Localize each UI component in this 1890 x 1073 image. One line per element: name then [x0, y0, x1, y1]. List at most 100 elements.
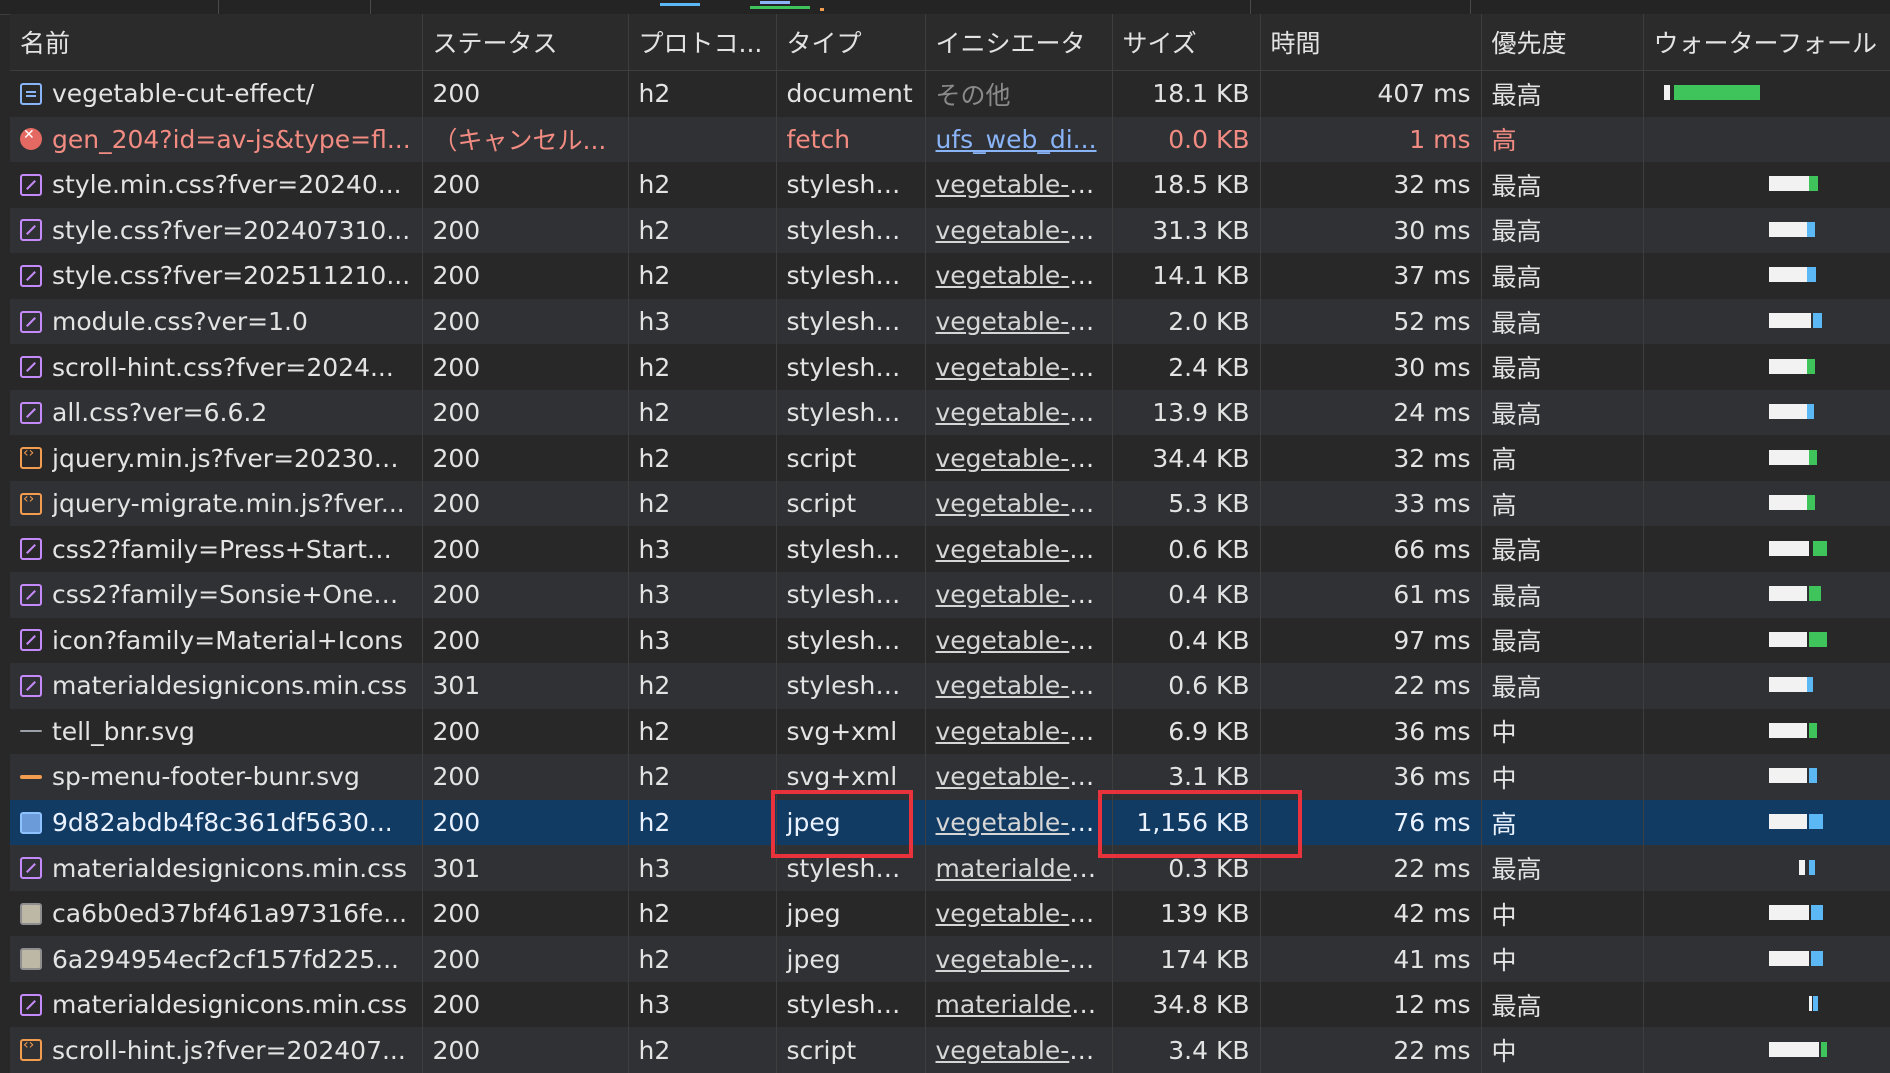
cell-waterfall[interactable]: [1643, 344, 1890, 390]
table-row[interactable]: ca6b0ed37bf461a97316fe... 200 h2 jpeg vegeta…: [10, 890, 1890, 937]
cell-initiator[interactable]: vegetable-cut-: [925, 435, 1113, 481]
cell-initiator-text[interactable]: vegetable-cut-: [936, 762, 1112, 791]
cell-name[interactable]: icon?family=Material+Icons: [10, 617, 423, 664]
request-name[interactable]: style.css?fver=202407310...: [52, 216, 410, 245]
cell-name[interactable]: css2?family=Sonsie+One&...: [10, 572, 423, 618]
request-name[interactable]: vegetable-cut-effect/: [52, 79, 314, 108]
request-name[interactable]: style.css?fver=202511210...: [52, 261, 410, 290]
cell-initiator[interactable]: materialdesign: [925, 981, 1113, 1028]
table-row[interactable]: style.css?fver=202511210... 200 h2 styleshe…: [10, 253, 1890, 299]
cell-initiator-text[interactable]: vegetable-cut-: [936, 626, 1112, 655]
cell-waterfall[interactable]: [1643, 70, 1890, 117]
cell-initiator-text[interactable]: vegetable-cut-: [936, 307, 1112, 336]
table-row[interactable]: css2?family=Sonsie+One&... 200 h3 styleshee…: [10, 572, 1890, 618]
table-row[interactable]: 6a294954ecf2cf157fd225... 200 h2 jpeg vegeta…: [10, 936, 1890, 982]
cell-waterfall[interactable]: [1643, 890, 1890, 937]
cell-initiator[interactable]: vegetable-cut-: [925, 754, 1113, 800]
cell-initiator-text[interactable]: vegetable-cut-: [936, 489, 1112, 518]
cell-waterfall[interactable]: [1643, 389, 1890, 436]
cell-initiator-text[interactable]: vegetable-cut-: [936, 717, 1112, 746]
cell-waterfall[interactable]: [1643, 526, 1890, 573]
table-row[interactable]: sp-menu-footer-bunr.svg 200 h2 svg+xml veget…: [10, 754, 1890, 800]
table-row[interactable]: jquery.min.js?fver=202308... 200 h2 script v…: [10, 435, 1890, 481]
cell-initiator-text[interactable]: vegetable-cut-: [936, 444, 1112, 473]
request-name[interactable]: style.min.css?fver=20240...: [52, 170, 402, 199]
cell-name[interactable]: module.css?ver=1.0: [10, 298, 423, 345]
cell-name[interactable]: materialdesignicons.min.css: [10, 663, 423, 709]
cell-waterfall[interactable]: [1643, 116, 1890, 163]
cell-initiator[interactable]: vegetable-cut-: [925, 389, 1113, 436]
cell-initiator[interactable]: vegetable-cut-: [925, 1027, 1113, 1073]
table-row[interactable]: materialdesignicons.min.css 301 h3 styleshe…: [10, 845, 1890, 891]
cell-initiator-text[interactable]: vegetable-cut-: [936, 899, 1112, 928]
cell-waterfall[interactable]: [1643, 981, 1890, 1028]
request-name[interactable]: scroll-hint.css?fver=2024...: [52, 353, 394, 382]
column-header-waterfall[interactable]: ウォーターフォール: [1643, 14, 1890, 71]
cell-name[interactable]: all.css?ver=6.6.2: [10, 389, 423, 436]
table-row[interactable]: materialdesignicons.min.css 200 h3 styleshe…: [10, 981, 1890, 1028]
cell-initiator-text[interactable]: vegetable-cut-: [936, 945, 1112, 974]
cell-waterfall[interactable]: [1643, 207, 1890, 254]
cell-waterfall[interactable]: [1643, 572, 1890, 618]
cell-initiator-text[interactable]: vegetable-cut-: [936, 216, 1112, 245]
cell-waterfall[interactable]: [1643, 617, 1890, 664]
cell-name[interactable]: css2?family=Press+Start+...: [10, 526, 423, 573]
table-row[interactable]: module.css?ver=1.0 200 h3 stylesheet vegetab…: [10, 298, 1890, 345]
request-name[interactable]: jquery-migrate.min.js?fver...: [52, 489, 405, 518]
request-name[interactable]: module.css?ver=1.0: [52, 307, 308, 336]
cell-waterfall[interactable]: [1643, 845, 1890, 891]
cell-initiator-text[interactable]: vegetable-cut-: [936, 535, 1112, 564]
cell-initiator[interactable]: materialdesign: [925, 845, 1113, 891]
table-row[interactable]: jquery-migrate.min.js?fver... 200 h2 script…: [10, 480, 1890, 527]
cell-initiator[interactable]: vegetable-cut-: [925, 526, 1113, 573]
cell-name[interactable]: style.min.css?fver=20240...: [10, 162, 423, 208]
request-name[interactable]: scroll-hint.js?fver=202407...: [52, 1036, 406, 1065]
cell-name[interactable]: scroll-hint.css?fver=2024...: [10, 344, 423, 390]
cell-initiator[interactable]: vegetable-cut-: [925, 344, 1113, 390]
cell-name[interactable]: ca6b0ed37bf461a97316fe...: [10, 890, 423, 937]
cell-initiator[interactable]: vegetable-cut-: [925, 890, 1113, 937]
cell-initiator[interactable]: vegetable-cut-: [925, 572, 1113, 618]
table-row[interactable]: materialdesignicons.min.css 301 h2 styleshe…: [10, 663, 1890, 709]
cell-name[interactable]: style.css?fver=202407310...: [10, 207, 423, 254]
cell-waterfall[interactable]: [1643, 936, 1890, 982]
cell-waterfall[interactable]: [1643, 663, 1890, 709]
cell-waterfall[interactable]: [1643, 253, 1890, 299]
cell-name[interactable]: materialdesignicons.min.css: [10, 981, 423, 1028]
column-header-name[interactable]: 名前: [10, 14, 423, 71]
request-name[interactable]: jquery.min.js?fver=202308...: [52, 444, 412, 473]
cell-initiator-text[interactable]: materialdesign: [936, 990, 1112, 1019]
table-row[interactable]: style.css?fver=202407310... 200 h2 styleshe…: [10, 207, 1890, 254]
request-name[interactable]: 6a294954ecf2cf157fd225...: [52, 945, 399, 974]
cell-initiator-text[interactable]: vegetable-cut-: [936, 1036, 1112, 1065]
cell-name[interactable]: tell_bnr.svg: [10, 708, 423, 755]
cell-initiator[interactable]: vegetable-cut-: [925, 162, 1113, 208]
request-name[interactable]: sp-menu-footer-bunr.svg: [52, 762, 360, 791]
request-name[interactable]: css2?family=Sonsie+One&...: [52, 580, 412, 609]
request-name[interactable]: materialdesignicons.min.css: [52, 671, 407, 700]
cell-initiator[interactable]: vegetable-cut-: [925, 663, 1113, 709]
cell-name[interactable]: jquery-migrate.min.js?fver...: [10, 480, 423, 527]
table-row[interactable]: tell_bnr.svg 200 h2 svg+xml vegetable-cut- 6.…: [10, 708, 1890, 755]
cell-waterfall[interactable]: [1643, 480, 1890, 527]
cell-name[interactable]: materialdesignicons.min.css: [10, 845, 423, 891]
cell-initiator-text[interactable]: vegetable-cut-: [936, 671, 1112, 700]
column-header-type[interactable]: タイプ: [776, 14, 926, 71]
table-row[interactable]: style.min.css?fver=20240... 200 h2 styleshe…: [10, 162, 1890, 208]
cell-waterfall[interactable]: [1643, 754, 1890, 800]
column-header-protocol[interactable]: プロトコ...: [628, 14, 777, 71]
column-header-status[interactable]: ステータス: [422, 14, 629, 71]
cell-initiator[interactable]: vegetable-cut-: [925, 207, 1113, 254]
timeline-overview[interactable]: [0, 0, 1890, 15]
cell-initiator-text[interactable]: materialdesign: [936, 854, 1112, 883]
cell-initiator[interactable]: vegetable-cut-: [925, 617, 1113, 664]
cell-initiator[interactable]: vegetable-cut-: [925, 799, 1113, 846]
cell-initiator-text[interactable]: vegetable-cut-: [936, 353, 1112, 382]
cell-initiator[interactable]: ufs_web_di...: [925, 116, 1113, 163]
column-header-priority[interactable]: 優先度: [1481, 14, 1644, 71]
table-row[interactable]: gen_204?id=av-js&type=fl... （キャンセル... fetc…: [10, 116, 1890, 163]
cell-waterfall[interactable]: [1643, 298, 1890, 345]
cell-initiator[interactable]: vegetable-cut-: [925, 936, 1113, 982]
column-header-size[interactable]: サイズ: [1112, 14, 1261, 71]
cell-name[interactable]: style.css?fver=202511210...: [10, 253, 423, 299]
